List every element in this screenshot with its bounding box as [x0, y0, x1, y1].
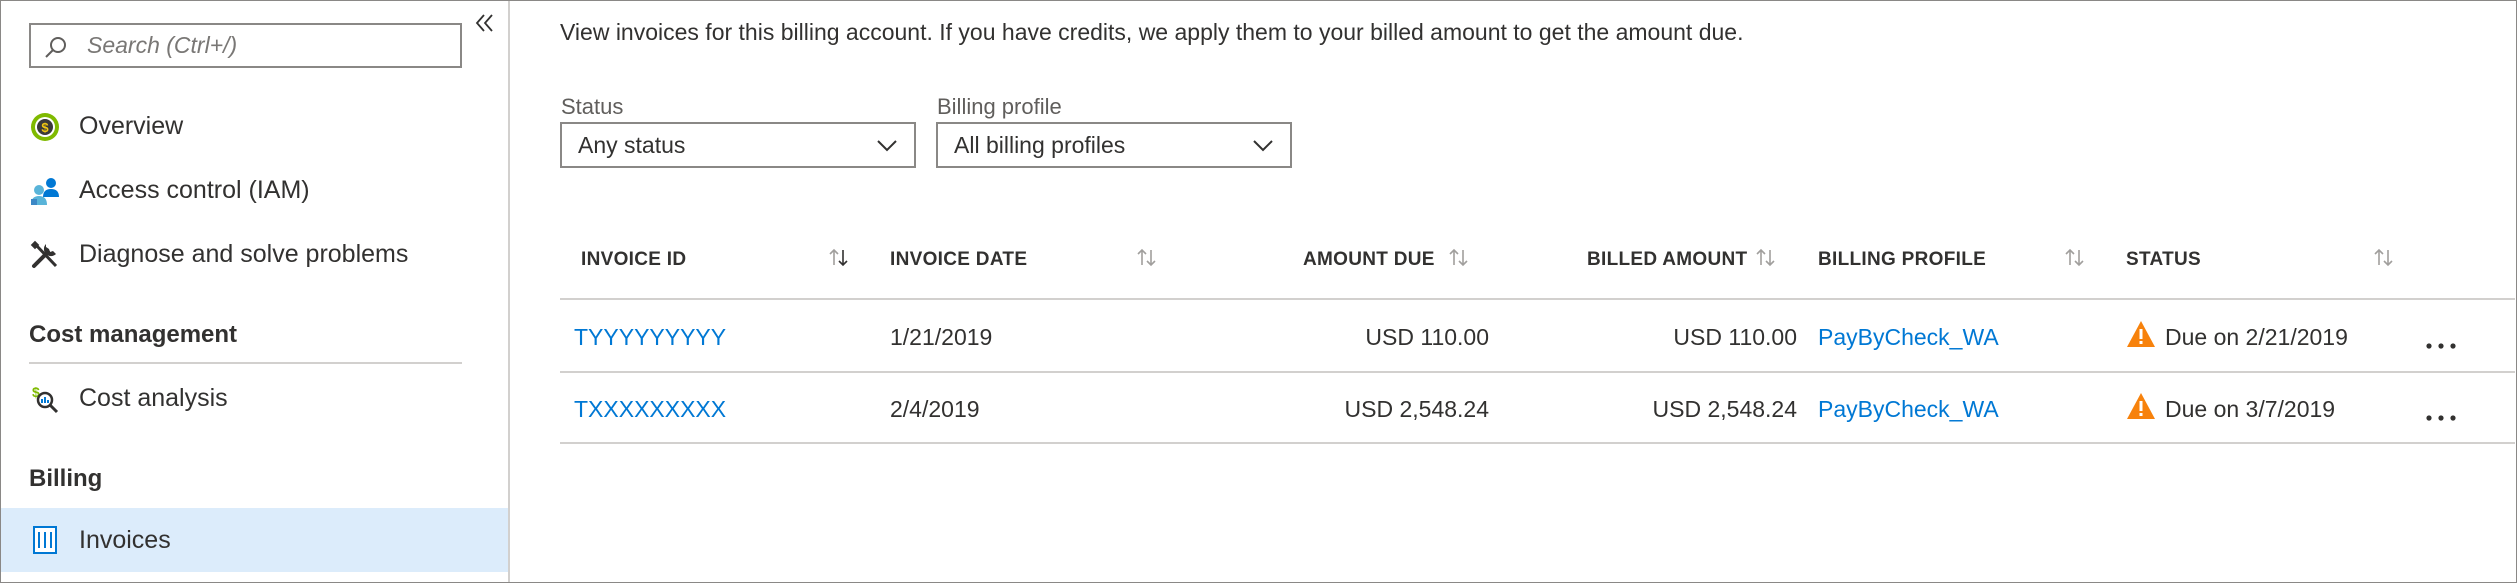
- warning-icon: [2127, 393, 2155, 419]
- chevron-down-icon: [877, 140, 897, 152]
- sort-icon[interactable]: [2373, 245, 2395, 271]
- sidebar: Search (Ctrl+/) $ Overview Access contro…: [1, 1, 510, 582]
- collapse-sidebar-button[interactable]: [471, 9, 499, 37]
- amount-due-cell: USD 110.00: [1365, 324, 1489, 350]
- sidebar-item-label: Invoices: [79, 526, 171, 554]
- row-divider: [560, 371, 2515, 373]
- more-actions-icon[interactable]: [2424, 413, 2458, 423]
- sidebar-item-invoices[interactable]: Invoices: [1, 508, 508, 572]
- sidebar-item-label: Access control (IAM): [79, 176, 310, 204]
- invoice-id-link[interactable]: TYYYYYYYYY: [574, 322, 726, 352]
- column-header-invoice-id[interactable]: INVOICE ID: [581, 245, 686, 275]
- sort-icon[interactable]: [1755, 245, 1777, 271]
- status-filter-label: Status: [561, 94, 624, 119]
- invoice-id-link[interactable]: TXXXXXXXXX: [574, 394, 726, 424]
- sort-icon[interactable]: [2064, 245, 2086, 271]
- main-content: View invoices for this billing account. …: [512, 1, 2515, 582]
- chevron-down-icon: [1253, 140, 1273, 152]
- column-header-billing-profile[interactable]: BILLING PROFILE: [1818, 245, 1986, 275]
- section-heading-billing: Billing: [29, 465, 103, 492]
- cost-analysis-icon: $: [32, 384, 59, 414]
- column-header-billed-amount[interactable]: BILLED AMOUNT: [1587, 245, 1747, 275]
- sort-icon[interactable]: [1136, 245, 1158, 271]
- status-filter-dropdown[interactable]: Any status: [560, 122, 916, 168]
- section-heading-cost-management: Cost management: [29, 321, 238, 348]
- sort-icon[interactable]: [828, 245, 850, 271]
- billing-overview-icon: $: [31, 113, 59, 141]
- sidebar-item-cost-analysis[interactable]: $ Cost analysis: [1, 367, 508, 429]
- billing-profile-filter-label: Billing profile: [937, 94, 1062, 119]
- amount-due-cell: USD 2,548.24: [1344, 396, 1489, 422]
- search-placeholder: Search (Ctrl+/): [87, 32, 238, 58]
- invoice-icon: [33, 526, 57, 554]
- double-chevron-left-icon: [475, 14, 493, 32]
- column-header-invoice-date[interactable]: INVOICE DATE: [890, 245, 1027, 275]
- status-filter-value: Any status: [578, 132, 686, 158]
- column-header-status[interactable]: STATUS: [2126, 245, 2201, 275]
- section-divider: [29, 362, 462, 364]
- invoice-date-cell: 2/4/2019: [890, 396, 980, 422]
- billed-amount-cell: USD 2,548.24: [1652, 396, 1797, 422]
- row-divider: [560, 442, 2515, 444]
- billing-profile-filter-value: All billing profiles: [954, 132, 1126, 158]
- sidebar-item-label: Diagnose and solve problems: [79, 240, 409, 268]
- table-header-divider: [560, 298, 2515, 300]
- billed-amount-cell: USD 110.00: [1673, 324, 1797, 350]
- column-header-amount-due[interactable]: AMOUNT DUE: [1303, 245, 1435, 275]
- sidebar-item-label: Overview: [79, 112, 184, 140]
- status-cell: Due on 3/7/2019: [2165, 396, 2336, 422]
- sidebar-item-diagnose[interactable]: Diagnose and solve problems: [1, 223, 508, 285]
- billing-profile-filter-dropdown[interactable]: All billing profiles: [936, 122, 1292, 168]
- billing-profile-link[interactable]: PayByCheck_WA: [1818, 322, 1999, 352]
- page-description: View invoices for this billing account. …: [560, 19, 1744, 45]
- svg-text:$: $: [41, 120, 49, 135]
- more-actions-icon[interactable]: [2424, 341, 2458, 351]
- warning-icon: [2127, 321, 2155, 347]
- sidebar-item-label: Cost analysis: [79, 384, 228, 412]
- sidebar-item-access-control[interactable]: Access control (IAM): [1, 159, 508, 221]
- search-icon: [45, 37, 66, 58]
- sort-icon[interactable]: [1448, 245, 1470, 271]
- invoice-date-cell: 1/21/2019: [890, 324, 993, 350]
- sidebar-item-overview[interactable]: $ Overview: [1, 95, 508, 157]
- wrench-icon: [30, 240, 58, 268]
- billing-profile-link[interactable]: PayByCheck_WA: [1818, 394, 1999, 424]
- users-icon: [31, 178, 59, 205]
- search-input[interactable]: Search (Ctrl+/): [29, 23, 462, 68]
- status-cell: Due on 2/21/2019: [2165, 324, 2348, 350]
